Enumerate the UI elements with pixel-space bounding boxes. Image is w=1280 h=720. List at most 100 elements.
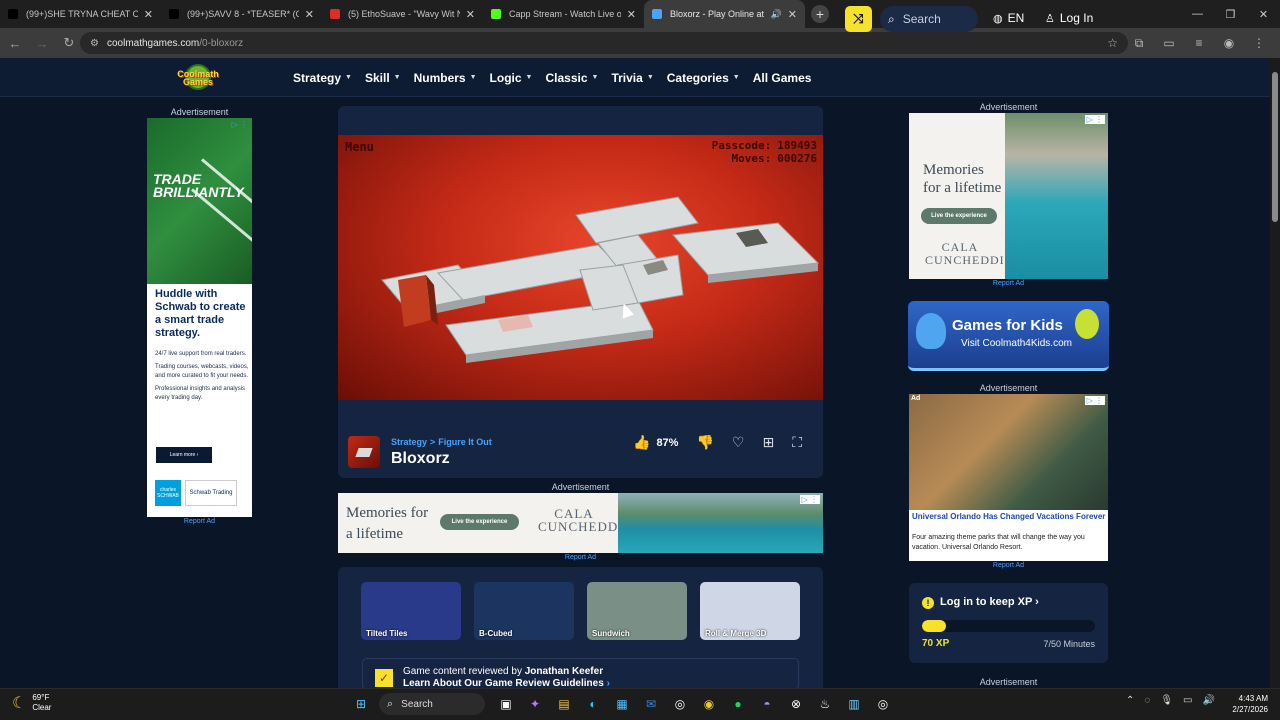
language-selector[interactable]: ◍ EN [993, 11, 1024, 25]
nav-numbers[interactable]: Numbers ▼ [414, 71, 477, 85]
app-icon[interactable]: ◎ [669, 693, 691, 715]
nav-all-games[interactable]: All Games [753, 71, 812, 85]
split-view-icon[interactable]: ▭ [1154, 36, 1184, 50]
coolmath4kids-banner[interactable]: Games for Kids Visit Coolmath4Kids.com [908, 301, 1109, 371]
steam-icon[interactable]: ♨ [814, 693, 836, 715]
nav-strategy[interactable]: Strategy ▼ [293, 71, 352, 85]
back-icon[interactable]: ← [3, 31, 27, 55]
related-game-tile[interactable]: B-Cubed [474, 582, 574, 640]
menu-dots-icon[interactable]: ⋮ [1244, 36, 1274, 50]
task-view-icon[interactable]: ▣ [495, 693, 517, 715]
browser-tab[interactable]: (5) EthoSuave - "Wavy Wit Num ✕ [322, 0, 483, 28]
report-ad-right-2[interactable]: Report Ad [909, 562, 1108, 569]
report-ad-right-1[interactable]: Report Ad [909, 280, 1108, 287]
close-window-icon[interactable]: ✕ [1247, 0, 1280, 28]
breadcrumb-category[interactable]: Strategy [391, 437, 427, 447]
spotify-icon[interactable]: ● [727, 693, 749, 715]
nav-trivia[interactable]: Trivia ▼ [611, 71, 653, 85]
browser-tab[interactable]: (99+)SAVV 8 - *TEASER* (Offici ✕ [161, 0, 322, 28]
add-to-playlist-icon[interactable]: ⊞ [762, 434, 774, 451]
file-explorer-icon[interactable]: ▤ [553, 693, 575, 715]
fullscreen-icon[interactable]: ⛶ [792, 434, 802, 451]
close-tab-icon[interactable]: ✕ [466, 8, 475, 21]
profile-icon[interactable]: ◉ [1214, 36, 1244, 50]
xbox-icon[interactable]: ⊗ [785, 693, 807, 715]
login-keep-xp-link[interactable]: Log in to keep XP › [940, 596, 1039, 608]
game-canvas[interactable]: Menu Passcode: 189493 Moves: 000276 [338, 135, 823, 400]
universal-ad[interactable]: Ad ▷ ⋮ Universal Orlando Has Changed Vac… [909, 394, 1108, 561]
close-tab-icon[interactable]: ✕ [627, 8, 636, 21]
discord-icon[interactable]: ◓ [756, 693, 778, 715]
media-controls-icon[interactable]: ≡ [1184, 36, 1214, 50]
close-tab-icon[interactable]: ✕ [144, 8, 153, 21]
forward-icon[interactable]: → [30, 31, 54, 55]
login-button[interactable]: ♙ Log In [1045, 11, 1093, 25]
bookmark-star-icon[interactable]: ☆ [1107, 36, 1118, 50]
start-windows-icon[interactable]: ⊞ [350, 693, 372, 715]
tray-chevron-icon[interactable]: ⌃ [1126, 695, 1134, 706]
search-box[interactable]: ⌕ [880, 6, 978, 32]
close-tab-icon[interactable]: ✕ [305, 8, 314, 21]
related-game-tile[interactable]: Roll & Merge 3D [700, 582, 800, 640]
breadcrumb-subcategory[interactable]: Figure It Out [438, 437, 492, 447]
schwab-logo: charles SCHWAB [155, 480, 181, 506]
obs-icon[interactable]: ◎ [872, 693, 894, 715]
adchoices-icon[interactable]: ▷ ⋮ [799, 495, 820, 504]
new-tab-button[interactable]: + [811, 5, 829, 23]
reviewer-name[interactable]: Jonathan Keefer [525, 666, 603, 677]
minimize-icon[interactable]: — [1181, 0, 1214, 28]
taskbar-search-label: Search [401, 698, 433, 710]
resort-ad-banner[interactable]: Memories for a lifetime Live the experie… [338, 493, 823, 553]
language-label: EN [1007, 11, 1025, 25]
search-icon: ⌕ [888, 11, 895, 26]
related-game-tile[interactable]: Sundwich [587, 582, 687, 640]
tray-app-icon[interactable]: ◌ [1144, 695, 1150, 706]
scrollbar-thumb[interactable] [1272, 72, 1278, 222]
browser-tab[interactable]: (99+)SHE TRYNA CHEAT ON BF ✕ [0, 0, 161, 28]
universal-ad-headline[interactable]: Universal Orlando Has Changed Vacations … [912, 512, 1106, 522]
system-clock[interactable]: 4:43 AM 2/27/2026 [1228, 693, 1268, 715]
nav-classic[interactable]: Classic ▼ [545, 71, 598, 85]
search-input[interactable] [902, 12, 963, 26]
browser-tab[interactable]: Bloxorz - Play Online at Co 🔊 ✕ [644, 0, 805, 28]
adchoices-icon[interactable]: ▷ ⋮ [232, 120, 248, 129]
reload-icon[interactable]: ↻ [57, 31, 81, 55]
page-scrollbar[interactable] [1270, 58, 1280, 688]
related-game-tile[interactable]: Tilted Tiles [361, 582, 461, 640]
volume-icon[interactable]: 🔊 [1203, 695, 1215, 706]
site-info-icon[interactable]: ⚙ [90, 38, 99, 49]
coolmath-logo[interactable]: Coolmath Games [175, 64, 221, 90]
thumbs-up-icon[interactable]: 👍 [633, 434, 650, 451]
outlook-icon[interactable]: ✉ [640, 693, 662, 715]
nav-skill[interactable]: Skill ▼ [365, 71, 401, 85]
report-ad-bottom[interactable]: Report Ad [338, 554, 823, 561]
network-icon[interactable]: ▭ [1183, 695, 1192, 706]
report-ad-left[interactable]: Report Ad [147, 518, 252, 525]
resort-ad-cta-button[interactable]: Live the experience [440, 514, 519, 530]
ad-learn-more-button[interactable]: Learn more › [156, 447, 212, 463]
adchoices-icon[interactable]: ▷ ⋮ [1084, 396, 1105, 405]
url-field[interactable]: ⚙ coolmathgames.com/0-bloxorz ☆ [80, 32, 1128, 54]
resort-ad-square[interactable]: Memories for a lifetime Live the experie… [909, 113, 1108, 279]
chrome-icon[interactable]: ◉ [698, 693, 720, 715]
resort-ad-cta-button[interactable]: Live the experience [921, 208, 997, 224]
store-icon[interactable]: ▦ [611, 693, 633, 715]
taskbar-search[interactable]: ⌕ Search [379, 693, 485, 715]
schwab-ad[interactable]: TRADE BRILLIANTLY ▷ ⋮ Huddle with Schwab… [147, 118, 252, 517]
notepad-icon[interactable]: ▥ [843, 693, 865, 715]
close-tab-icon[interactable]: ✕ [788, 8, 797, 21]
adchoices-icon[interactable]: ▷ ⋮ [1084, 115, 1105, 124]
extensions-icon[interactable]: ⧉ [1124, 36, 1154, 51]
edge-icon[interactable]: ◐ [582, 693, 604, 715]
speaker-icon[interactable]: 🔊 [771, 9, 782, 20]
random-game-button[interactable]: ⤨ [845, 6, 872, 32]
nav-logic[interactable]: Logic ▼ [490, 71, 533, 85]
heart-icon[interactable]: ♡ [732, 434, 745, 451]
browser-tab[interactable]: Capp Stream - Watch Live on K ✕ [483, 0, 644, 28]
maximize-icon[interactable]: ❐ [1214, 0, 1247, 28]
thumbs-down-icon[interactable]: 👎 [696, 434, 713, 451]
copilot-icon[interactable]: ✦ [524, 693, 546, 715]
microphone-icon[interactable]: 🎙 [1160, 695, 1173, 706]
nav-categories[interactable]: Categories ▼ [667, 71, 740, 85]
weather-widget[interactable]: ☾ 69°F Clear [12, 693, 51, 713]
